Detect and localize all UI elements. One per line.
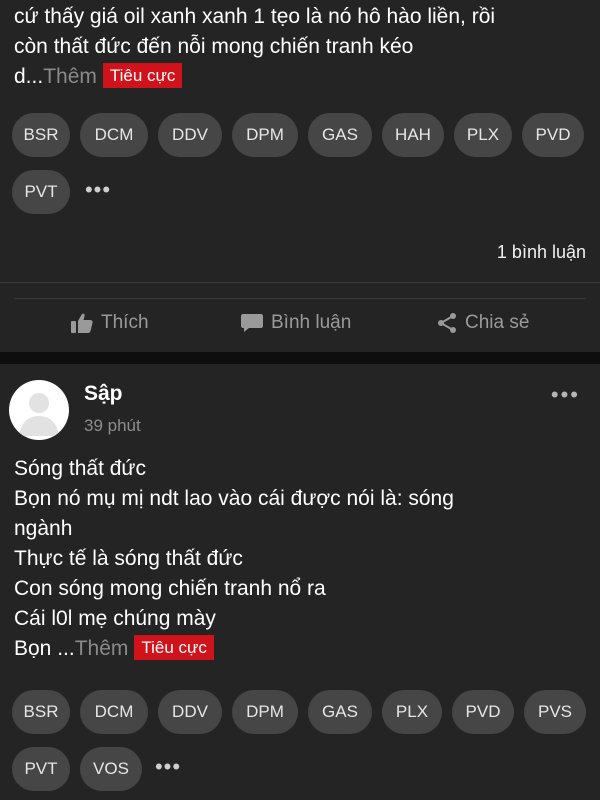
post-1-truncated-text: d... bbox=[14, 65, 44, 88]
post-2-body[interactable]: Sóng thất đức Bọn nó mụ mị ndt lao vào c… bbox=[14, 454, 454, 664]
thumbs-up-icon bbox=[70, 312, 94, 334]
avatar-placeholder-icon bbox=[19, 393, 59, 436]
author-name[interactable]: Sập bbox=[84, 382, 123, 406]
ticker-chip[interactable]: PLX bbox=[454, 113, 512, 157]
ticker-chip[interactable]: PVD bbox=[452, 690, 514, 734]
post-separator bbox=[0, 352, 600, 364]
ticker-chip[interactable]: BSR bbox=[12, 113, 70, 157]
ticker-chip[interactable]: PVS bbox=[524, 690, 586, 734]
post-2-line: ngành bbox=[14, 517, 73, 540]
share-icon bbox=[436, 312, 458, 334]
post-card-1: cứ thấy giá oil xanh xanh 1 tẹo là nó hô… bbox=[0, 0, 600, 352]
post-2-sentiment-badge: Tiêu cực bbox=[134, 635, 214, 660]
ticker-chip[interactable]: DDV bbox=[158, 690, 222, 734]
ticker-chip[interactable]: HAH bbox=[382, 113, 444, 157]
more-tickers-button[interactable]: ••• bbox=[150, 747, 186, 791]
ticker-chip[interactable]: VOS bbox=[80, 747, 142, 791]
ticker-chip[interactable]: GAS bbox=[308, 113, 372, 157]
ticker-chip[interactable]: GAS bbox=[308, 690, 372, 734]
avatar[interactable] bbox=[9, 380, 69, 440]
like-button[interactable]: Thích bbox=[70, 312, 149, 334]
post-1-body[interactable]: cứ thấy giá oil xanh xanh 1 tẹo là nó hô… bbox=[14, 2, 495, 92]
comment-button[interactable]: Bình luận bbox=[240, 312, 351, 334]
ticker-chip[interactable]: BSR bbox=[12, 690, 70, 734]
post-2-line: Con sóng mong chiến tranh nổ ra bbox=[14, 577, 326, 600]
post-2-line: Cái l0l mẹ chúng mày bbox=[14, 607, 216, 630]
more-tickers-button[interactable]: ••• bbox=[80, 170, 116, 214]
post-1-sentiment-badge: Tiêu cực bbox=[102, 63, 183, 88]
ticker-chip[interactable]: PVT bbox=[12, 170, 70, 214]
divider bbox=[14, 298, 586, 299]
more-dots-icon[interactable]: ••• bbox=[551, 382, 580, 408]
post-time: 39 phút bbox=[84, 416, 141, 435]
post-2-last-line: Bọn ...Thêm Tiêu cực bbox=[14, 634, 454, 664]
post-2-truncated-text: Bọn ... bbox=[14, 637, 75, 660]
post-1-line: cứ thấy giá oil xanh xanh 1 tẹo là nó hô… bbox=[14, 5, 496, 28]
post-1-last-line: d...Thêm Tiêu cực bbox=[14, 62, 495, 92]
post-2-line: Bọn nó mụ mị ndt lao vào cái được nói là… bbox=[14, 487, 454, 510]
ticker-chip[interactable]: PLX bbox=[382, 690, 442, 734]
ticker-chip[interactable]: DDV bbox=[158, 113, 222, 157]
divider bbox=[0, 282, 600, 283]
comment-label: Bình luận bbox=[271, 312, 352, 333]
post-1-more-link[interactable]: Thêm bbox=[43, 65, 97, 88]
comment-count[interactable]: 1 bình luận bbox=[497, 242, 586, 263]
post-1-line: còn thất đức đến nỗi mong chiến tranh ké… bbox=[14, 35, 414, 58]
post-2-line: Thực tế là sóng thất đức bbox=[14, 547, 243, 570]
ticker-chip[interactable]: DPM bbox=[232, 113, 298, 157]
post-2-more-link[interactable]: Thêm bbox=[75, 637, 129, 660]
ticker-chip[interactable]: PVT bbox=[12, 747, 70, 791]
post-2-line: Sóng thất đức bbox=[14, 457, 146, 480]
like-label: Thích bbox=[101, 312, 149, 333]
comment-icon bbox=[240, 312, 264, 334]
ticker-chip[interactable]: DCM bbox=[80, 690, 148, 734]
share-label: Chia sẻ bbox=[465, 312, 530, 333]
ticker-chip[interactable]: DCM bbox=[80, 113, 148, 157]
ticker-chip[interactable]: PVD bbox=[522, 113, 584, 157]
share-button[interactable]: Chia sẻ bbox=[436, 312, 529, 334]
ticker-chip[interactable]: DPM bbox=[232, 690, 298, 734]
